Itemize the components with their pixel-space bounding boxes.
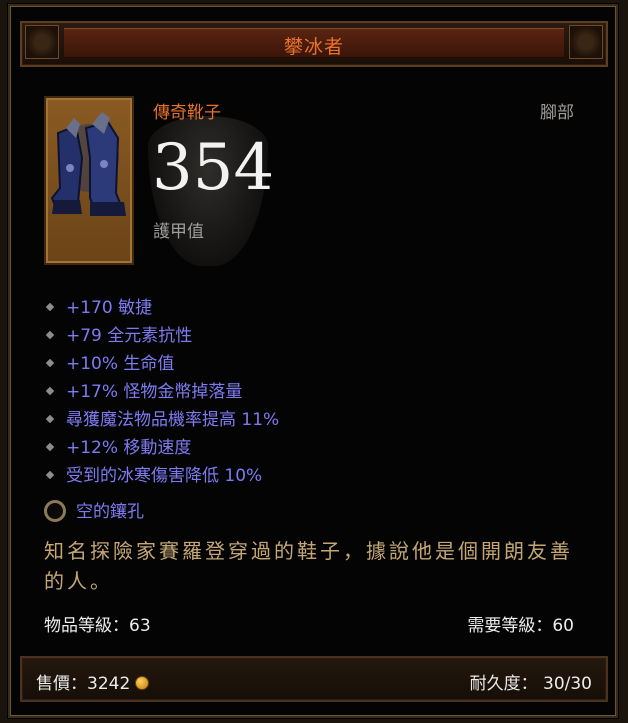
armor-label: 護甲值 — [153, 222, 204, 242]
tooltip-header: 攀冰者 — [20, 21, 608, 67]
affix-item: +10% 生命值 — [44, 350, 279, 378]
affix-item: 尋獲魔法物品機率提高 11% — [44, 406, 279, 434]
durability-label: 耐久度： — [469, 674, 538, 694]
affix-item: +170 敏捷 — [44, 294, 279, 322]
diamond-bullet-icon — [45, 358, 55, 367]
empty-socket-icon — [44, 499, 66, 522]
item-quality-type: 傳奇靴子 — [153, 103, 221, 123]
affix-text: +17% 怪物金幣掉落量 — [66, 382, 243, 402]
affix-text: +12% 移動速度 — [66, 438, 192, 458]
affix-text: +79 全元素抗性 — [66, 326, 193, 346]
sell-price-label: 售價： — [36, 674, 87, 694]
diamond-bullet-icon — [45, 386, 55, 395]
affix-item: 受到的冰寒傷害降低 10% — [44, 462, 279, 490]
item-portrait — [44, 96, 134, 265]
affix-item: +79 全元素抗性 — [44, 322, 279, 350]
item-name: 攀冰者 — [283, 36, 344, 58]
affix-text: +170 敏捷 — [66, 298, 153, 318]
durability: 耐久度： 30/30 — [470, 669, 592, 694]
durability-value: 30/30 — [543, 674, 592, 694]
affix-list: +170 敏捷 +79 全元素抗性 +10% 生命值 +17% 怪物金幣掉落量 … — [44, 294, 279, 490]
affix-text: 尋獲魔法物品機率提高 11% — [66, 410, 280, 430]
item-slot: 腳部 — [540, 103, 574, 123]
diamond-bullet-icon — [45, 302, 55, 311]
tooltip-footer: 售價：3242 耐久度： 30/30 — [20, 656, 608, 702]
affix-item: +17% 怪物金幣掉落量 — [44, 378, 279, 406]
gold-coin-icon — [135, 676, 150, 690]
sell-price-value: 3242 — [87, 674, 131, 694]
affix-text: 受到的冰寒傷害降低 10% — [66, 466, 263, 486]
flavor-text: 知名探險家賽羅登穿過的鞋子，據說他是個開朗友善的人。 — [44, 539, 573, 593]
socket-label: 空的鑲孔 — [76, 502, 144, 522]
boots-icon — [50, 112, 126, 216]
affix-item: +12% 移動速度 — [44, 434, 279, 462]
item-level: 物品等級：63 — [44, 616, 151, 636]
diamond-bullet-icon — [45, 330, 55, 339]
socket-row: 空的鑲孔 — [44, 499, 144, 525]
sell-price: 售價：3242 — [36, 669, 150, 694]
armor-value: 354 — [152, 131, 275, 205]
diamond-bullet-icon — [45, 414, 55, 423]
diamond-bullet-icon — [45, 470, 55, 479]
affix-text: +10% 生命值 — [66, 354, 175, 374]
item-tooltip: 攀冰者 傳奇靴子 腳部 354 護甲值 +170 敏捷 +79 全元素抗性 +1… — [8, 4, 618, 718]
required-level: 需要等級：60 — [467, 616, 574, 636]
diamond-bullet-icon — [45, 442, 55, 451]
